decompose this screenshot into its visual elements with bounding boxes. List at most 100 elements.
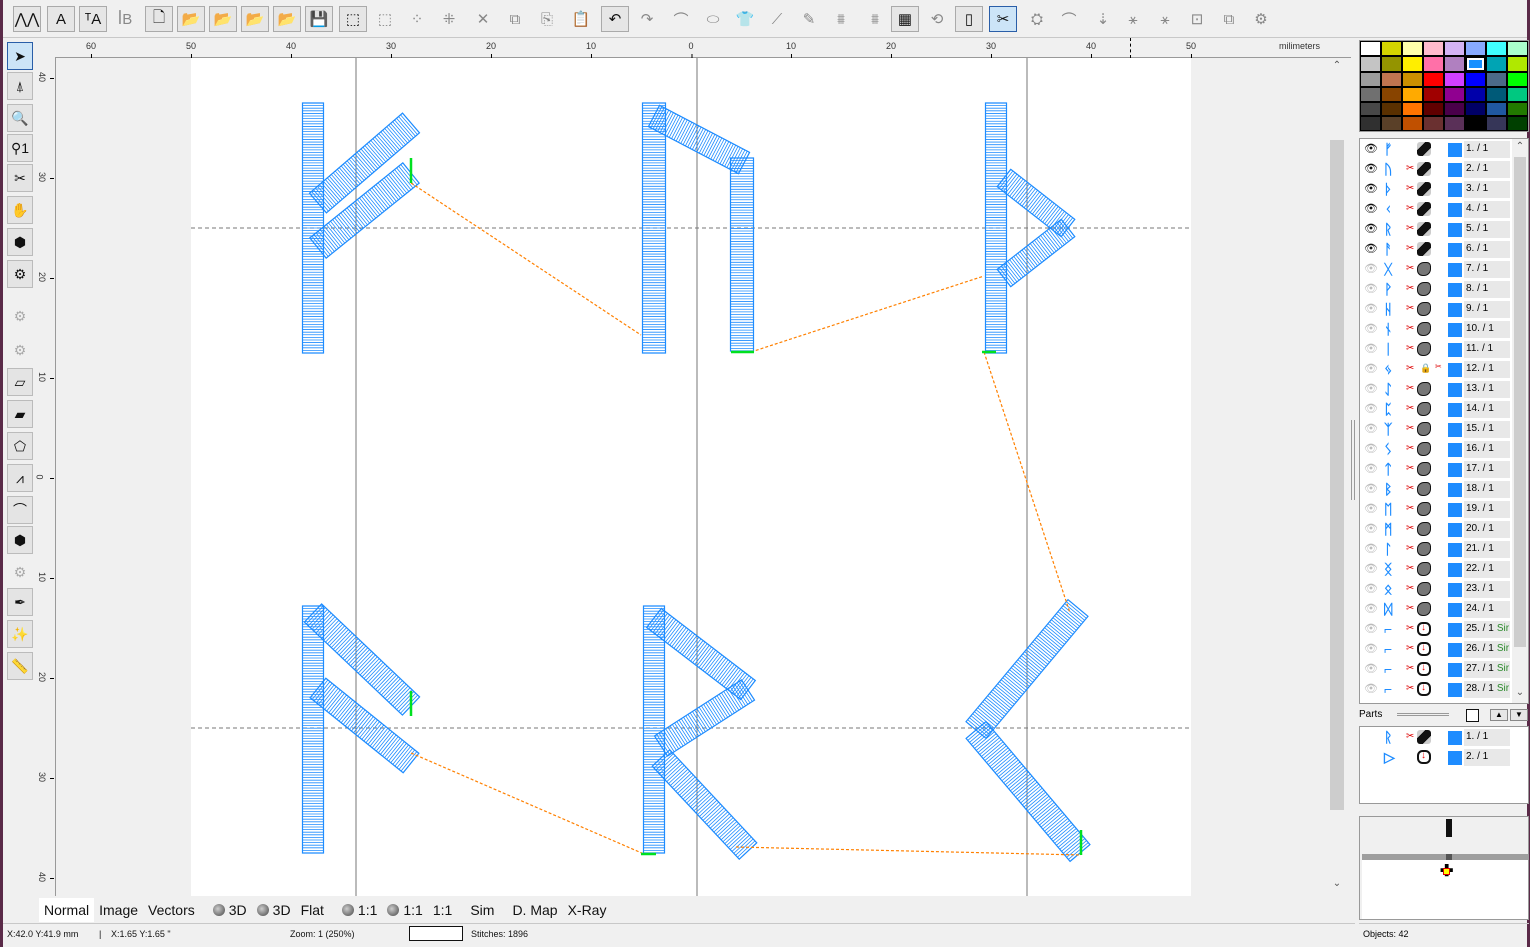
color-swatch[interactable]: [1382, 87, 1401, 101]
thread-color-box[interactable]: [1448, 343, 1462, 357]
color-swatch[interactable]: [1361, 87, 1380, 101]
thread-color-box[interactable]: [1448, 643, 1462, 657]
object-row[interactable]: 👁 ᛖ ✂ 19. / 1: [1360, 500, 1512, 520]
visibility-eye-icon[interactable]: 👁: [1364, 162, 1378, 175]
thread-color-box[interactable]: [1448, 503, 1462, 517]
thread-color-box[interactable]: [1448, 203, 1462, 217]
object-row[interactable]: 👁 ⌐ ✂ 25. / 1Sir: [1360, 620, 1512, 640]
view-tab-1-1[interactable]: 1:1: [337, 898, 382, 922]
color-swatch[interactable]: [1382, 73, 1401, 86]
object-row[interactable]: 👁 ⌐ ✂ 28. / 1Sir: [1360, 680, 1512, 700]
color-swatch[interactable]: [1487, 42, 1506, 55]
color-swatch[interactable]: [1508, 87, 1527, 101]
color-swatch[interactable]: [1445, 87, 1464, 101]
pen-tool[interactable]: ✒: [7, 588, 33, 616]
color-swatch[interactable]: [1361, 102, 1380, 116]
color-swatch[interactable]: [1487, 56, 1506, 72]
save-button[interactable]: 💾: [305, 6, 333, 32]
arrange-button[interactable]: ⧉: [1215, 6, 1243, 32]
color-swatch[interactable]: [1445, 102, 1464, 116]
scissors-icon[interactable]: ✂: [1406, 383, 1414, 394]
visibility-eye-icon[interactable]: 👁: [1364, 182, 1378, 195]
color-swatch[interactable]: [1382, 56, 1401, 72]
thread-color-box[interactable]: [1448, 623, 1462, 637]
measure-tool[interactable]: 📏: [7, 652, 33, 680]
zigzag-tool[interactable]: ⩘: [7, 464, 33, 492]
view-tab-normal[interactable]: Normal: [39, 898, 95, 922]
undo-button[interactable]: ↶: [601, 6, 629, 32]
thread-color-box[interactable]: [1448, 603, 1462, 617]
object-row[interactable]: 👁 ᚹ ✂ 8. / 1: [1360, 280, 1512, 300]
panel-splitter[interactable]: [1351, 420, 1355, 500]
color-swatch[interactable]: [1466, 117, 1485, 130]
color-swatch[interactable]: [1403, 102, 1422, 116]
object-row[interactable]: 👁 ᛇ ✂ 13. / 1: [1360, 380, 1512, 400]
scissors-icon[interactable]: ✂: [1406, 223, 1414, 234]
scissors-icon[interactable]: ✂: [1406, 443, 1414, 454]
visibility-eye-icon[interactable]: 👁: [1364, 422, 1378, 435]
import-button[interactable]: 📂: [209, 6, 237, 32]
open-file-button[interactable]: 📂: [177, 6, 205, 32]
color-swatch[interactable]: [1424, 42, 1443, 55]
color-swatch[interactable]: [1508, 102, 1527, 116]
thread-color-box[interactable]: [1448, 363, 1462, 377]
select-tool[interactable]: ➤: [7, 42, 33, 70]
scissors-icon[interactable]: ✂: [1406, 583, 1414, 594]
node-edit-tool[interactable]: ⍋: [7, 72, 33, 100]
bezier-button[interactable]: ⌒: [667, 6, 695, 32]
color-swatch[interactable]: [1361, 42, 1380, 55]
fill-shape-tool[interactable]: ⬢: [7, 228, 33, 256]
scissors-icon[interactable]: ✂: [1406, 563, 1414, 574]
color-swatch[interactable]: [1403, 73, 1422, 86]
object-row[interactable]: 👁 ᚱ ✂ 5. / 1: [1360, 220, 1512, 240]
scissors-icon[interactable]: ✂: [1406, 683, 1414, 694]
design-canvas[interactable]: [56, 58, 1328, 896]
scissors-icon[interactable]: ✂: [1406, 203, 1414, 214]
view-cuts-button[interactable]: ✂: [989, 6, 1017, 32]
thread-color-box[interactable]: [1448, 323, 1462, 337]
object-row[interactable]: 👁 ᛃ ✂ 🔒 ✂ 12. / 1: [1360, 360, 1512, 380]
color-swatch[interactable]: [1445, 117, 1464, 130]
scissors-icon[interactable]: ✂: [1406, 623, 1414, 634]
rotate-view-button[interactable]: ⟲: [923, 6, 951, 32]
thread-color-box[interactable]: [1448, 183, 1462, 197]
scissors-icon[interactable]: ✂: [1406, 523, 1414, 534]
scissors-icon[interactable]: ✂: [1406, 483, 1414, 494]
color-swatch[interactable]: [1424, 117, 1443, 130]
visibility-eye-icon[interactable]: 👁: [1364, 642, 1378, 655]
start-point-button[interactable]: ⚹: [1119, 6, 1147, 32]
thread-color-box[interactable]: [1448, 143, 1462, 157]
curve-button[interactable]: ⌒: [1055, 6, 1083, 32]
color-swatch[interactable]: [1382, 42, 1401, 55]
view-tab-1-1[interactable]: 1:1: [382, 898, 427, 922]
magic-wand-tool[interactable]: ✨: [7, 620, 33, 648]
part-row[interactable]: ▷ 2. / 1: [1360, 748, 1512, 768]
visibility-eye-icon[interactable]: 👁: [1364, 342, 1378, 355]
color-swatch[interactable]: [1445, 42, 1464, 55]
color-swatch[interactable]: [1424, 73, 1443, 86]
scissors-icon[interactable]: ✂: [1406, 323, 1414, 334]
scissors-icon[interactable]: ✂: [1406, 603, 1414, 614]
color-swatch[interactable]: [1361, 117, 1380, 130]
view-tab-x-ray[interactable]: X-Ray: [563, 898, 612, 922]
eyedropper-button[interactable]: ⟋: [763, 6, 791, 32]
visibility-eye-icon[interactable]: 👁: [1364, 562, 1378, 575]
color-swatch[interactable]: [1466, 73, 1485, 86]
visibility-eye-icon[interactable]: 👁: [1364, 142, 1378, 155]
scroll-down-icon[interactable]: ⌄: [1512, 687, 1528, 698]
scissors-icon[interactable]: ✂: [1406, 283, 1414, 294]
object-row[interactable]: 👁 ᚷ ✂ 7. / 1: [1360, 260, 1512, 280]
thread-color-box[interactable]: [1448, 563, 1462, 577]
visibility-eye-icon[interactable]: 👁: [1364, 402, 1378, 415]
end-point-button[interactable]: ⚹: [1151, 6, 1179, 32]
thread-color-box[interactable]: [1448, 283, 1462, 297]
new-file-button[interactable]: 🗋: [145, 6, 173, 32]
object-row[interactable]: 👁 ᛒ ✂ 18. / 1: [1360, 480, 1512, 500]
scissors-icon[interactable]: ✂: [1406, 363, 1414, 374]
color-swatch[interactable]: [1466, 102, 1485, 116]
curve-tool[interactable]: ⌒: [7, 496, 33, 524]
background-button[interactable]: ▦: [891, 6, 919, 32]
scissors-icon[interactable]: ✂: [1406, 423, 1414, 434]
thread-color-box[interactable]: [1448, 731, 1462, 745]
scroll-down-icon[interactable]: ⌄: [1328, 878, 1346, 894]
